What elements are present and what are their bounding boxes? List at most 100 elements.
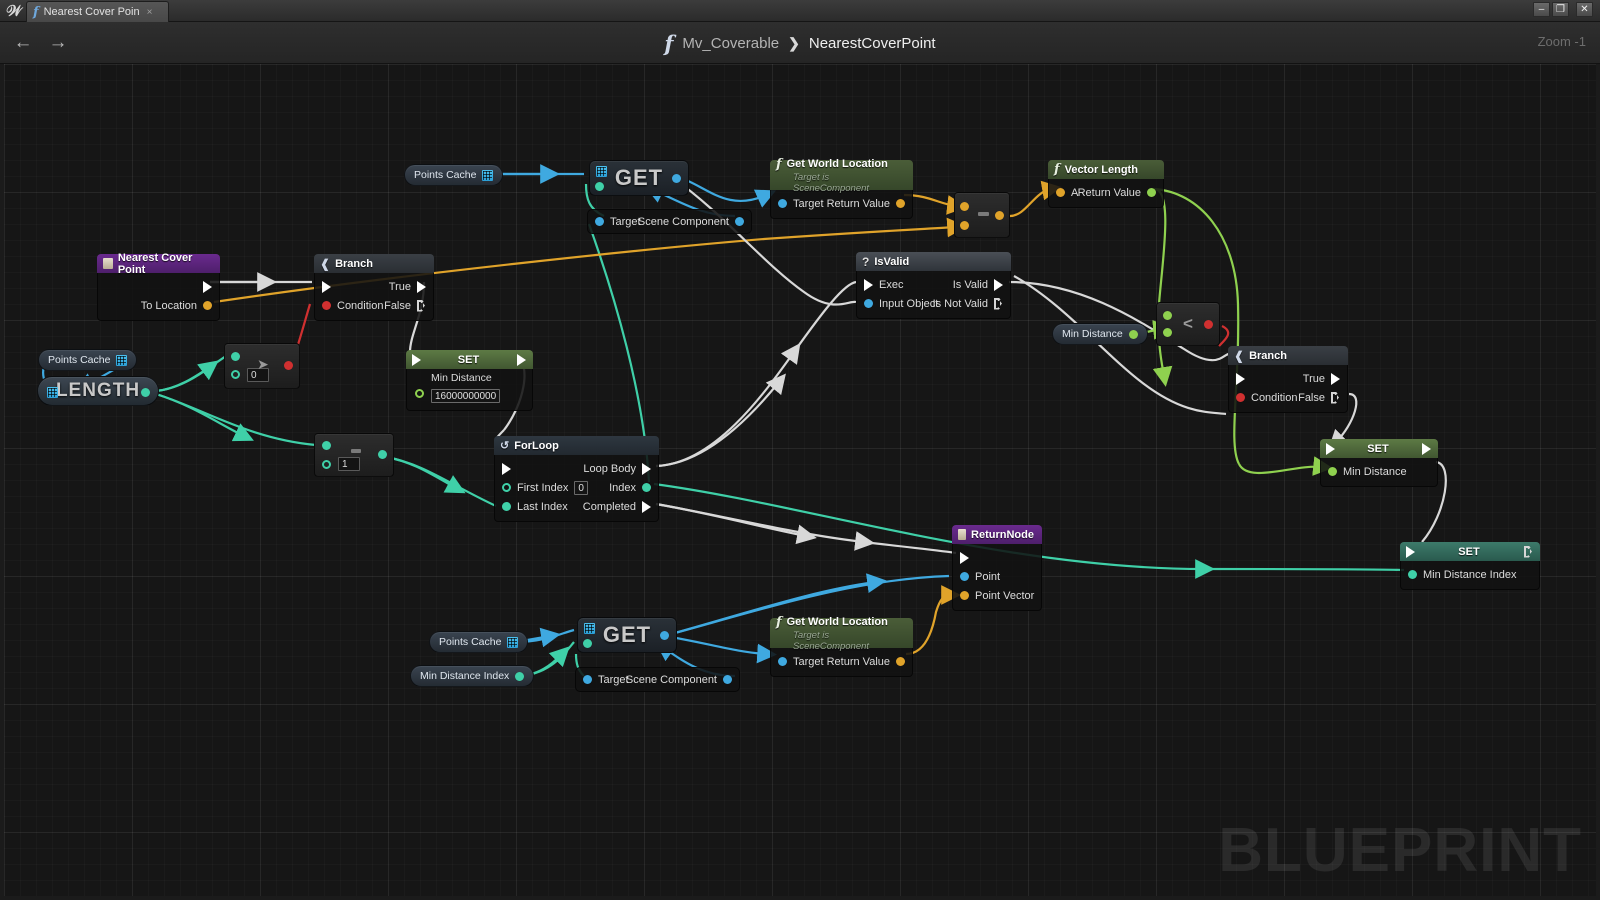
exec-out-false-pin[interactable] [417,300,426,312]
node-row-a[interactable]: A Return Value [1049,183,1163,202]
node-row-target[interactable]: Target Scene Component [588,212,751,231]
element-out-pin[interactable] [672,174,681,183]
object-in-pin[interactable] [595,217,604,226]
node-points-cache-top[interactable]: Points Cache [404,164,504,186]
breadcrumb-parent[interactable]: Mv_Coverable [682,35,779,52]
node-row-target[interactable]: Target Scene Component [576,670,739,689]
vector-out-pin[interactable] [896,199,905,208]
object-in-pin[interactable] [960,572,969,581]
int-b-in-pin[interactable] [231,370,240,379]
int-b-in-pin[interactable] [322,460,331,469]
int-a-in-pin[interactable] [231,352,240,361]
node-branch-right[interactable]: ❰ Branch True Condition False [1228,346,1348,413]
node-row-exec[interactable]: Exec Is Valid [857,275,1010,294]
exec-in-pin[interactable] [864,278,873,291]
node-points-cache-left[interactable]: Points Cache [38,349,138,371]
object-in-pin[interactable] [864,299,873,308]
node-get-world-location-top[interactable]: f Get World Location Target is SceneComp… [770,157,913,219]
node-row-target[interactable]: Target Return Value [771,194,912,213]
exec-in-pin[interactable] [322,280,331,293]
int-in-pin[interactable] [502,502,511,511]
node-row-min-distance[interactable]: Min Distance [1321,462,1437,481]
float-in-pin[interactable] [415,389,424,398]
vector-out-pin[interactable] [203,301,212,310]
node-points-cache-bottom[interactable]: Points Cache [429,631,529,653]
node-min-distance-index-get[interactable]: Min Distance Index [410,665,535,687]
node-row-exec[interactable]: True [315,277,433,296]
node-get-top-target-row[interactable]: Target Scene Component [587,209,752,234]
exec-in-pin[interactable] [1326,442,1335,455]
node-row-condition[interactable]: Condition False [1229,388,1347,407]
node-row-min-distance-index[interactable]: Min Distance Index [1401,565,1539,584]
close-button[interactable]: ✕ [1576,2,1593,17]
node-row-point-vector[interactable]: Point Vector [953,586,1041,605]
int-out-pin[interactable] [642,483,651,492]
exec-out-valid-pin[interactable] [994,278,1003,291]
exec-in-pin[interactable] [1236,372,1245,385]
node-get-world-location-bottom[interactable]: f Get World Location Target is SceneComp… [770,615,913,677]
first-index-input[interactable]: 0 [574,480,588,495]
int-out-pin[interactable] [378,450,387,459]
node-greater-than[interactable]: 0 ➤ [224,343,300,389]
subtract-value-input[interactable]: 1 [338,457,360,471]
float-in-pin[interactable] [1328,467,1337,476]
breadcrumb-current[interactable]: NearestCoverPoint [809,35,936,52]
exec-out-pin[interactable] [1524,546,1533,558]
int-in-pin[interactable] [502,483,511,492]
node-row-input-object[interactable]: Input Object Is Not Valid [857,294,1010,313]
bool-in-pin[interactable] [322,301,331,310]
node-row-point[interactable]: Point [953,567,1041,586]
node-set-min-distance-index[interactable]: SET Min Distance Index [1400,542,1540,590]
vector-in-pin[interactable] [960,591,969,600]
node-return[interactable]: ReturnNode Point Point Vector [952,525,1042,611]
node-set-min-distance-init[interactable]: SET Min Distance 16000000000 [406,350,533,411]
float-out-pin[interactable] [1128,329,1138,339]
maximize-button[interactable]: ❐ [1552,2,1569,17]
vector-b-in-pin[interactable] [960,221,969,230]
node-row-exec[interactable] [98,277,219,296]
node-row-first-index[interactable]: First Index 0 Index [495,478,658,497]
exec-out-not-valid-pin[interactable] [994,298,1003,310]
bool-out-pin[interactable] [284,361,293,370]
vector-out-pin[interactable] [995,211,1004,220]
vector-a-in-pin[interactable] [960,202,969,211]
int-a-in-pin[interactable] [322,441,331,450]
min-distance-value-input[interactable]: 16000000000 [431,389,501,403]
node-row-exec[interactable] [953,548,1041,567]
exec-out-false-pin[interactable] [1331,392,1340,404]
array-pin-icon[interactable] [507,636,519,648]
int-out-pin[interactable] [515,671,525,681]
node-isvalid[interactable]: ? IsValid Exec Is Valid Input Object Is … [856,252,1011,319]
node-less-than[interactable]: < [1156,302,1220,346]
exec-out-completed-pin[interactable] [642,500,651,513]
exec-in-pin[interactable] [502,462,511,475]
blueprint-graph-canvas[interactable]: Nearest Cover Point To Location ❰ Branch [4,64,1596,896]
node-row-condition[interactable]: Condition False [315,296,433,315]
node-forloop[interactable]: ↺ ForLoop Loop Body First Index 0 Index [494,436,659,522]
object-in-pin[interactable] [778,199,787,208]
array-pin-icon[interactable] [482,169,494,181]
node-nearest-cover-point-entry[interactable]: Nearest Cover Point To Location [97,252,220,321]
node-row-to-location[interactable]: To Location [98,296,219,315]
bool-out-pin[interactable] [1204,320,1213,329]
node-get-bottom-target-row[interactable]: Target Scene Component [575,667,740,692]
node-row-last-index[interactable]: Last Index Completed [495,497,658,516]
array-in-pin[interactable] [47,387,58,398]
node-min-distance-get[interactable]: Min Distance [1052,323,1148,345]
array-pin-icon[interactable] [116,354,128,366]
node-get-bottom[interactable]: GET [577,617,677,653]
element-out-pin[interactable] [660,631,669,640]
editor-tab[interactable]: f Nearest Cover Poin × [26,1,170,22]
int-out-pin[interactable] [141,388,150,397]
node-row-target[interactable]: Target Return Value [771,652,912,671]
node-vector-subtract[interactable] [954,192,1010,238]
exec-out-pin[interactable] [517,353,526,366]
vector-in-pin[interactable] [1056,188,1065,197]
close-icon[interactable]: × [147,7,153,18]
int-in-pin[interactable] [1408,570,1417,579]
object-in-pin[interactable] [778,657,787,666]
exec-out-true-pin[interactable] [417,280,426,293]
node-length[interactable]: LENGTH [37,376,159,406]
node-get-top[interactable]: GET [589,160,689,196]
object-out-pin[interactable] [723,675,732,684]
